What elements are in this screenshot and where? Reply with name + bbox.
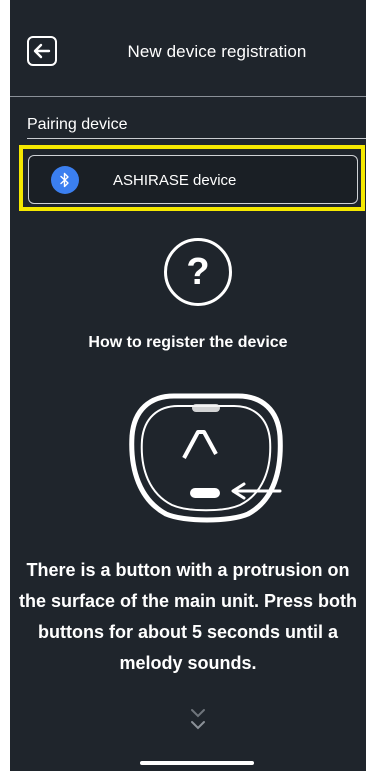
main-button bbox=[190, 488, 220, 498]
registration-instructions: There is a button with a protrusion on t… bbox=[18, 560, 358, 673]
pairing-device-item[interactable]: ASHIRASE device bbox=[28, 155, 358, 204]
back-button[interactable] bbox=[27, 36, 57, 66]
device-name: ASHIRASE device bbox=[113, 172, 237, 189]
peak-glyph bbox=[182, 430, 218, 459]
how-to-register-heading: How to register the device bbox=[88, 334, 288, 351]
chevron-down-icon[interactable] bbox=[188, 706, 208, 734]
home-indicator[interactable] bbox=[140, 761, 254, 765]
header: New device registration bbox=[10, 0, 366, 96]
page-title: New device registration bbox=[127, 42, 307, 61]
app-screen: New device registration Pairing device A… bbox=[10, 0, 366, 771]
device-illustration bbox=[129, 393, 283, 523]
header-divider bbox=[10, 96, 366, 97]
bluetooth-icon bbox=[51, 166, 79, 194]
question-mark-glyph: ? bbox=[186, 251, 210, 293]
indicator-light bbox=[192, 404, 220, 412]
help-question-icon: ? bbox=[164, 238, 232, 306]
section-divider bbox=[27, 138, 366, 139]
arrow-left-icon bbox=[33, 43, 51, 59]
pairing-section-label: Pairing device bbox=[27, 116, 128, 133]
